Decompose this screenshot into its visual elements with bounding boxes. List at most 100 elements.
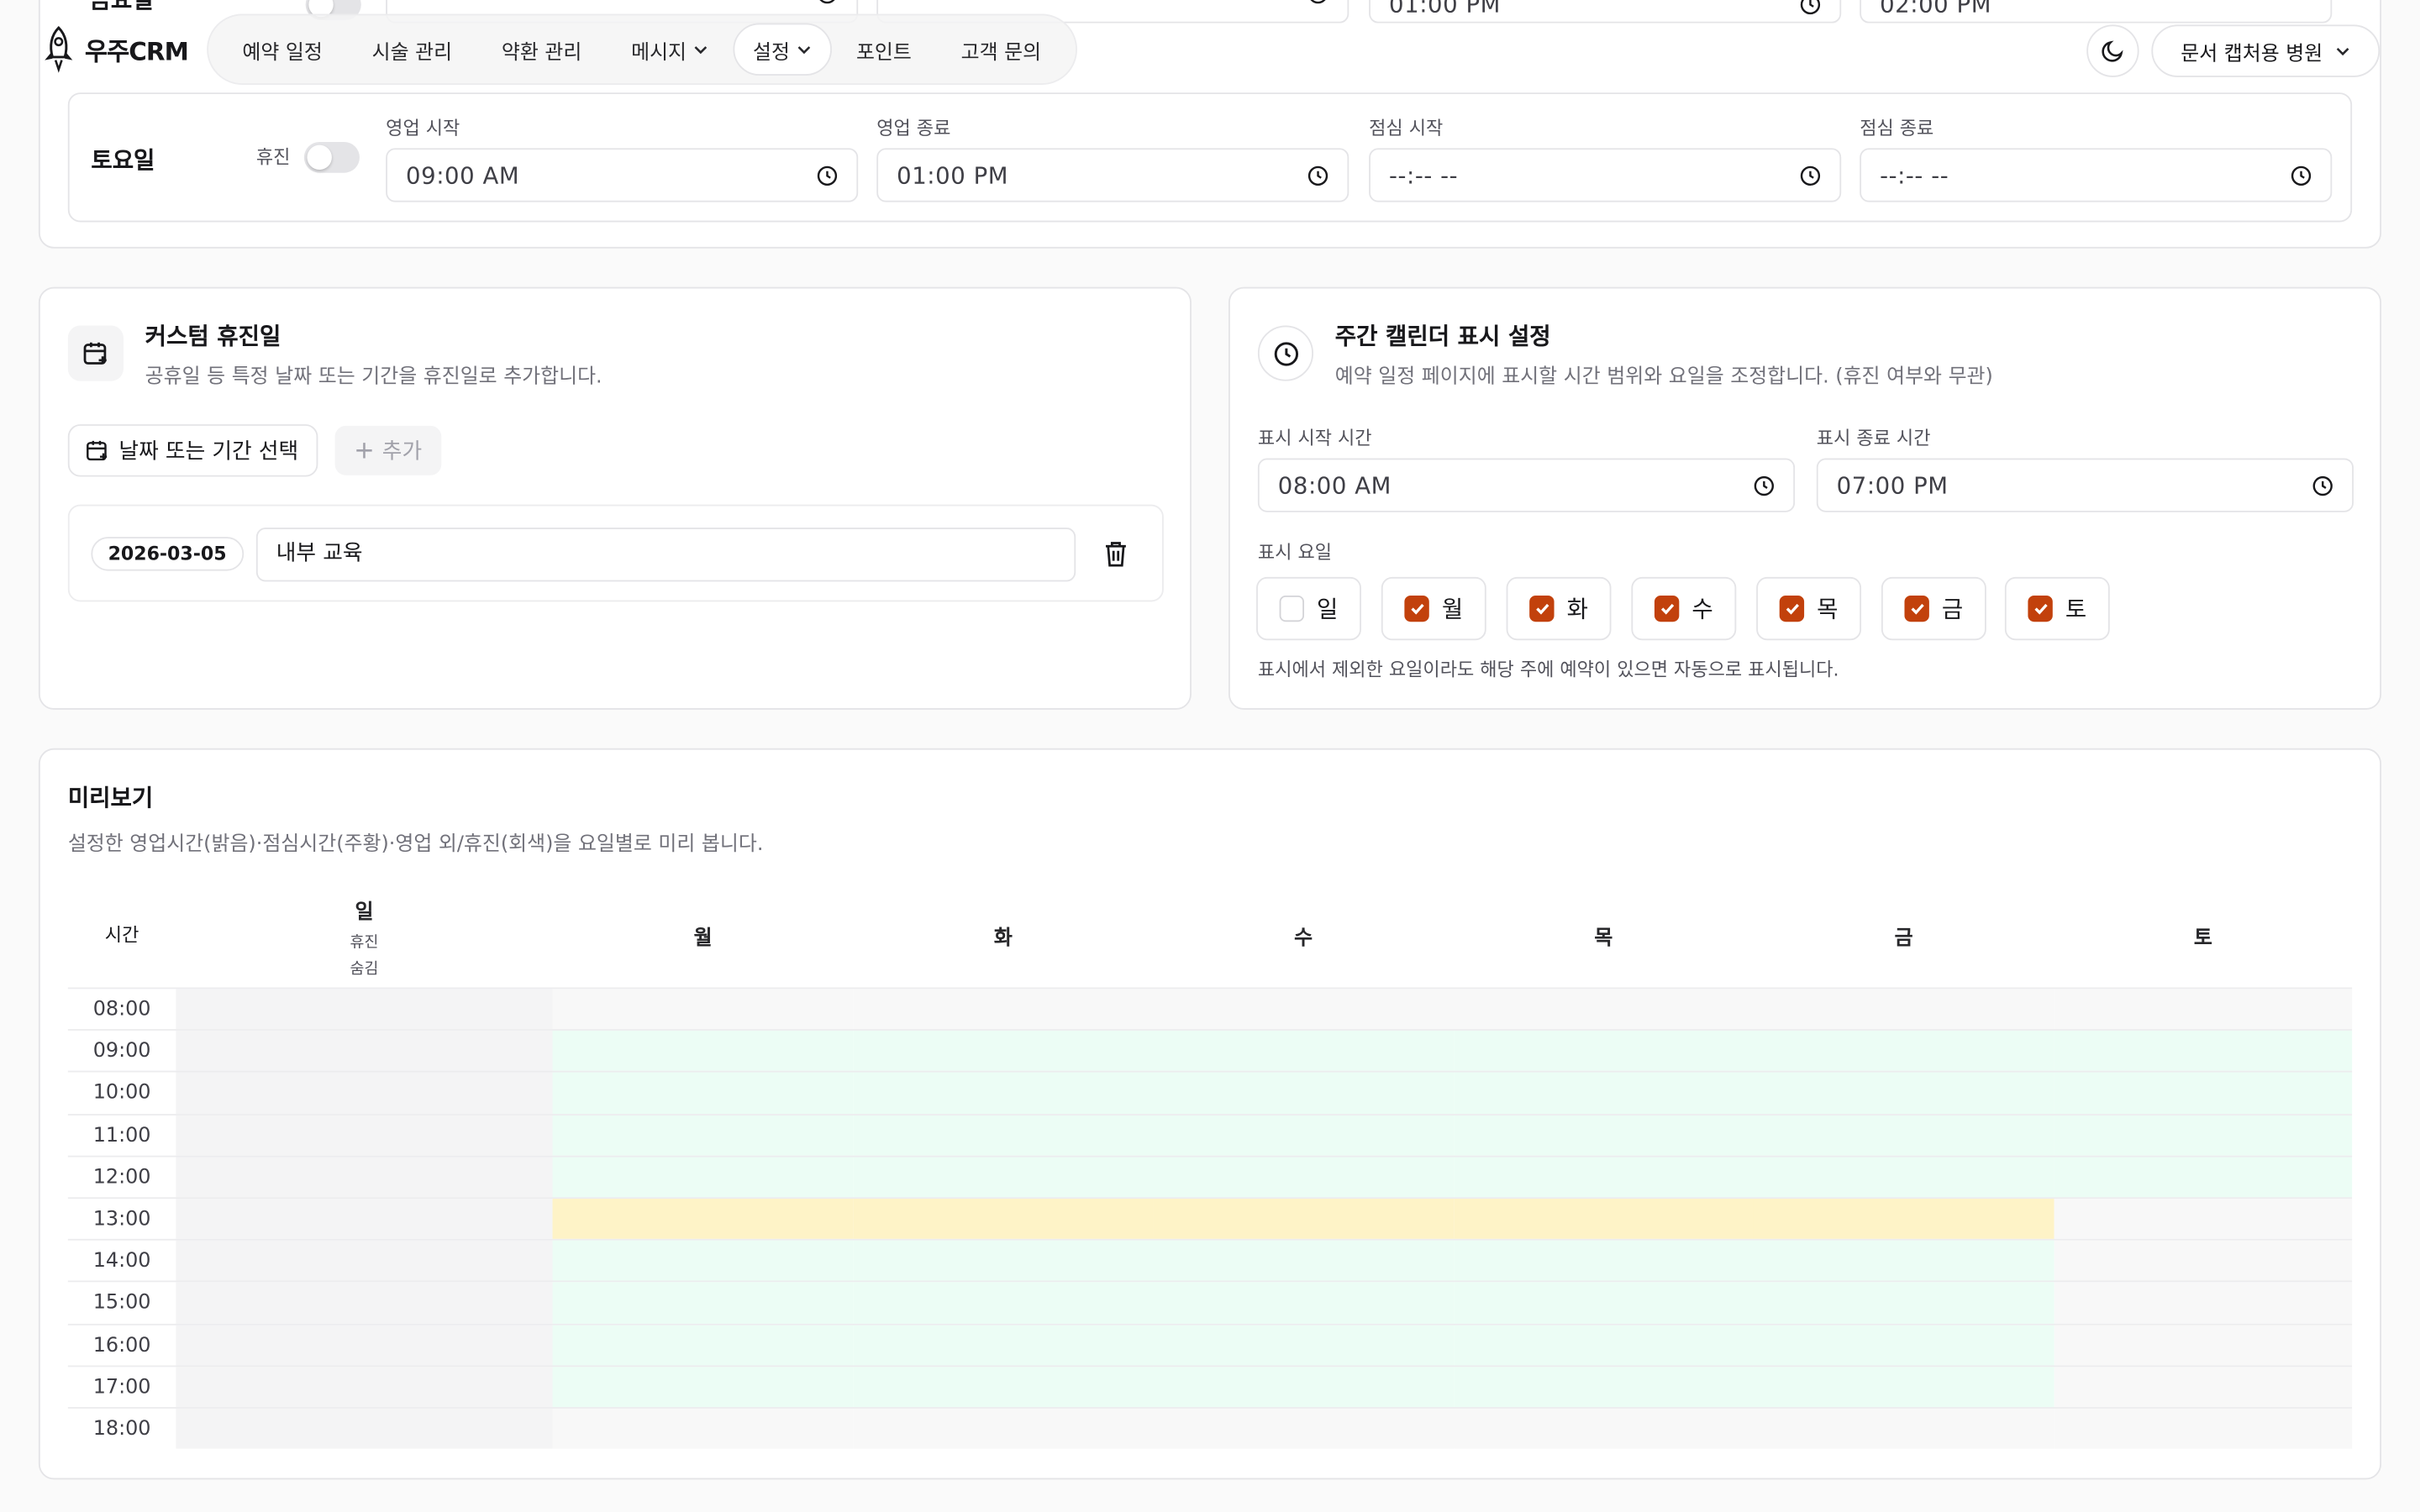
friday-lunch-start-input[interactable]: 01:00 PM: [1369, 0, 1842, 24]
saturday-closed-toggle[interactable]: [303, 141, 360, 173]
preview-cell: [176, 1324, 553, 1366]
preview-row: 14:00: [67, 1239, 2353, 1282]
preview-cell: [2054, 1157, 2353, 1198]
day-check-fri[interactable]: 금: [1881, 576, 1986, 641]
day-check-tue[interactable]: 화: [1506, 576, 1612, 641]
day-check-label: 월: [1441, 595, 1464, 624]
preview-cell: [176, 1115, 553, 1156]
preview-cell: [2054, 1115, 2353, 1156]
preview-cell: [1753, 1241, 2054, 1282]
friday-closed-label: 휴진: [256, 0, 287, 2]
friday-lunch-end-input[interactable]: 02:00 PM: [1860, 0, 2333, 24]
preview-cell: [176, 1366, 553, 1408]
add-holiday-label: 추가: [381, 439, 423, 465]
clock-icon: [1800, 165, 1821, 186]
chevron-down-icon: [694, 46, 707, 55]
preview-cell: [1454, 989, 1754, 1030]
preview-cell: [1753, 1157, 2054, 1198]
preview-cell: [1153, 1073, 1455, 1114]
calendar-plus-icon: [87, 440, 108, 461]
add-holiday-button[interactable]: 추가: [334, 425, 442, 475]
saturday-close-input[interactable]: 01:00 PM: [876, 148, 1349, 202]
pick-date-button[interactable]: 날짜 또는 기간 선택: [67, 424, 318, 477]
preview-cell: [1153, 1366, 1455, 1408]
preview-time-label: 17:00: [92, 1375, 151, 1399]
chevron-down-icon: [797, 46, 810, 55]
day-check-sat[interactable]: 토: [2004, 576, 2110, 641]
saturday-lunch-end-input[interactable]: --:-- --: [1860, 148, 2333, 202]
preview-time-label: 18:00: [92, 1417, 151, 1441]
preview-cell: [2054, 1199, 2353, 1240]
preview-cell: [552, 1115, 854, 1156]
preview-row: 13:00: [67, 1197, 2353, 1240]
preview-row: 16:00: [67, 1323, 2353, 1366]
preview-cell: [552, 1324, 854, 1366]
preview-cell: [1753, 1199, 2054, 1240]
col-day: 화: [993, 927, 1013, 951]
preview-cell: [176, 1031, 553, 1072]
saturday-day-label: 토요일: [91, 146, 155, 175]
display-end-input[interactable]: 07:00 PM: [1816, 458, 2354, 512]
preview-cell: [1153, 1157, 1455, 1198]
nav-inquiries[interactable]: 고객 문의: [936, 24, 1065, 76]
saturday-row: 토요일 휴진 영업 시작 09:00 AM 영업 종료 01:00 PM 점심 …: [67, 92, 2353, 223]
col-header-fri: 금: [1753, 921, 2054, 951]
preview-cell: [853, 1366, 1154, 1408]
custom-holiday-card: 커스텀 휴진일 공휴일 등 특정 날짜 또는 기간을 휴진일로 추가합니다. 날…: [38, 286, 1192, 710]
calendar-plus-badge: [67, 325, 124, 381]
preview-cell: [1153, 1115, 1455, 1156]
saturday-closed-label: 휴진: [255, 146, 291, 169]
preview-cell: [853, 1199, 1154, 1240]
display-start-input[interactable]: 08:00 AM: [1257, 458, 1796, 512]
preview-cell: [1753, 1408, 2054, 1450]
col-header-thu: 목: [1454, 921, 1753, 951]
time-column-header: 시간: [104, 924, 139, 946]
nav-messages[interactable]: 메시지: [607, 24, 733, 76]
preview-cell: [1454, 1283, 1754, 1324]
preview-cell: [552, 989, 854, 1030]
preview-cell: [552, 1366, 854, 1408]
preview-time-label: 11:00: [92, 1124, 151, 1147]
day-check-label: 토: [2065, 595, 2087, 624]
preview-time-label: 09:00: [92, 1040, 151, 1063]
preview-time-label: 08:00: [92, 998, 151, 1021]
preview-cell: [2054, 1031, 2353, 1072]
clock-icon: [817, 165, 838, 186]
preview-cell: [552, 1241, 854, 1282]
preview-cell: [1753, 1324, 2054, 1366]
preview-cell: [1153, 1324, 1455, 1366]
day-check-label: 일: [1317, 595, 1339, 624]
preview-cell: [552, 1073, 854, 1114]
preview-cell: [1153, 1199, 1455, 1240]
day-check-wed[interactable]: 수: [1631, 576, 1737, 641]
plus-icon: [355, 443, 371, 459]
nav-treatments[interactable]: 시술 관리: [347, 24, 476, 76]
preview-cell: [1454, 1073, 1754, 1114]
day-check-sun[interactable]: 일: [1256, 576, 1361, 641]
col-day: 토: [2193, 927, 2212, 951]
friday-day-label: 금요일: [89, 0, 154, 14]
preview-cell: [1454, 1366, 1754, 1408]
preview-cell: [1753, 1031, 2054, 1072]
saturday-open-input[interactable]: 09:00 AM: [386, 148, 859, 202]
trash-icon[interactable]: [1103, 540, 1128, 568]
nav-settings[interactable]: 설정: [733, 23, 832, 76]
saturday-lunch-start-input[interactable]: --:-- --: [1369, 148, 1842, 202]
nav-reservations[interactable]: 예약 일정: [218, 24, 347, 76]
theme-toggle-button[interactable]: [2086, 24, 2139, 77]
col-header-tue: 화: [854, 921, 1153, 951]
preview-cell: [2054, 1283, 2353, 1324]
clinic-selector[interactable]: 문서 캡처용 병원: [2151, 24, 2381, 77]
preview-cell: [2054, 1366, 2353, 1408]
logo[interactable]: 우주CRM: [39, 24, 189, 74]
saturday-lunch-start-label: 점심 시작: [1369, 117, 1444, 139]
nav-prescriptions[interactable]: 약환 관리: [476, 24, 606, 76]
preview-cell: [2054, 1073, 2353, 1114]
day-check-thu[interactable]: 목: [1756, 576, 1862, 641]
checkbox-checked-icon: [1529, 595, 1555, 622]
preview-cell: [176, 1157, 553, 1198]
nav-points[interactable]: 포인트: [832, 24, 937, 76]
day-check-mon[interactable]: 월: [1381, 576, 1486, 641]
preview-cell: [853, 1408, 1154, 1450]
holiday-name-input[interactable]: 내부 교육: [255, 528, 1076, 582]
